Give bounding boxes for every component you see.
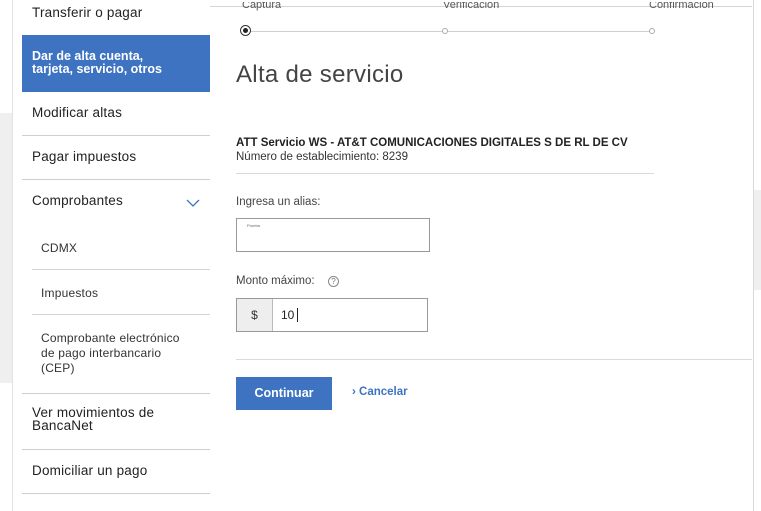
- sidebar-item-dar-de-alta[interactable]: Dar de alta cuenta, tarjeta, servicio, o…: [22, 35, 210, 92]
- sidebar-item-label-line: tarjeta, servicio, otros: [32, 62, 162, 76]
- alias-label: Ingresa un alias:: [236, 196, 321, 208]
- sidebar-subitem-cep[interactable]: Comprobante electrónico de pago interban…: [22, 331, 210, 379]
- sidebar-item-label-line: Comprobante electrónico: [41, 331, 180, 345]
- max-amount-label: Monto máximo:: [236, 275, 315, 287]
- sidebar-item-label: Comprobantes: [32, 193, 123, 208]
- sidebar-subitem-impuestos[interactable]: Impuestos: [22, 286, 210, 304]
- step-indicator: [649, 28, 655, 34]
- step-label-captura: Captura: [242, 2, 282, 11]
- sidebar-divider: [22, 493, 210, 494]
- alias-input[interactable]: Prueba: [236, 218, 430, 252]
- sidebar-item-label: Comprobante electrónico de pago interban…: [41, 331, 180, 376]
- content-divider: [236, 173, 654, 174]
- step-label-verificacion: Verificación: [443, 2, 500, 11]
- step-indicator-active: [240, 25, 251, 36]
- text-cursor: [297, 308, 298, 322]
- sidebar-item-label: CDMX: [41, 241, 78, 255]
- sidebar-item-modificar-altas[interactable]: Modificar altas: [22, 105, 210, 125]
- continue-button[interactable]: Continuar: [236, 377, 332, 410]
- sidebar-item-label: Domiciliar un pago: [32, 463, 148, 478]
- sidebar-item-label-line: BancaNet: [32, 418, 93, 433]
- service-name: ATT Servicio WS - AT&T COMUNICACIONES DI…: [236, 137, 628, 149]
- sidebar-item-label: Ver movimientos de BancaNet: [32, 406, 154, 433]
- sidebar-divider: [32, 269, 210, 270]
- sidebar-item-transferir[interactable]: Transferir o pagar: [22, 4, 210, 24]
- sidebar-item-label: Modificar altas: [32, 105, 123, 120]
- sidebar-item-label: Transferir o pagar: [32, 5, 143, 20]
- sidebar-item-label-line: de pago interbancario: [41, 346, 162, 360]
- cancel-link[interactable]: › Cancelar: [352, 386, 408, 398]
- sidebar-item-label: Dar de alta cuenta, tarjeta, servicio, o…: [32, 50, 162, 76]
- sidebar-item-label: Pagar impuestos: [32, 149, 137, 164]
- sidebar-item-ver-movimientos[interactable]: Ver movimientos de BancaNet: [22, 406, 210, 436]
- sidebar-subitem-cdmx[interactable]: CDMX: [22, 241, 210, 259]
- page-title: Alta de servicio: [236, 61, 404, 88]
- sidebar-divider: [22, 393, 210, 394]
- step-label-confirmacion: Confirmación: [649, 2, 714, 11]
- establishment-number: Número de establecimiento: 8239: [236, 151, 408, 163]
- sidebar-divider: [32, 314, 210, 315]
- sidebar-item-label-line: (CEP): [41, 361, 75, 375]
- sidebar-divider: [22, 449, 210, 450]
- sidebar-item-label: Impuestos: [41, 286, 99, 300]
- sidebar-divider: [22, 179, 210, 180]
- sidebar-item-pagar-impuestos[interactable]: Pagar impuestos: [22, 149, 210, 169]
- stepper-track: [246, 31, 652, 32]
- chevron-down-icon[interactable]: [186, 198, 200, 208]
- content-divider: [236, 359, 752, 360]
- max-amount-input[interactable]: 10: [281, 299, 294, 331]
- sidebar-divider: [22, 135, 210, 136]
- max-amount-field[interactable]: $ 10: [236, 298, 428, 332]
- step-indicator: [442, 28, 448, 34]
- currency-prefix: $: [237, 299, 273, 331]
- sidebar-item-domiciliar[interactable]: Domiciliar un pago: [22, 463, 210, 483]
- sidebar-item-comprobantes[interactable]: Comprobantes: [22, 193, 210, 213]
- question-circle-icon[interactable]: ?: [328, 276, 339, 287]
